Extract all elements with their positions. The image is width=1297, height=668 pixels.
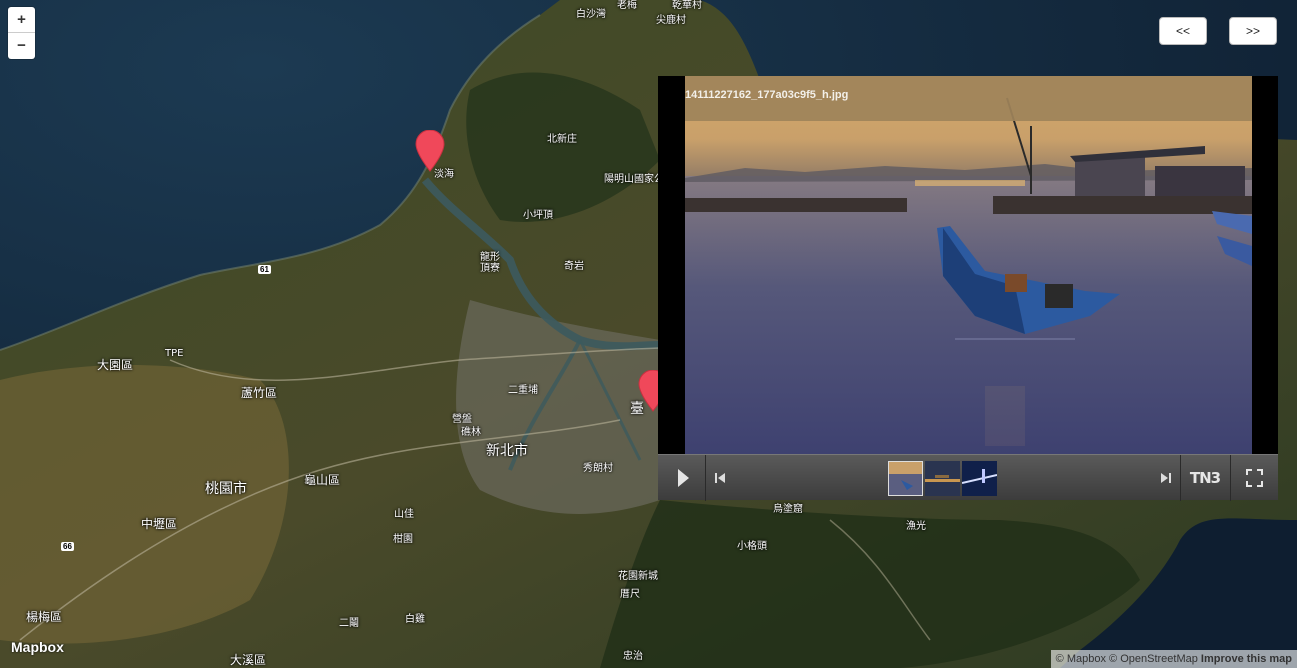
place-label: 陽明山國家公 <box>604 174 664 185</box>
place-label: 桃園市 <box>205 481 247 497</box>
place-label: 柑園 <box>393 534 413 545</box>
mapbox-logo[interactable]: Mapbox <box>11 639 64 655</box>
place-label: 漁光 <box>906 521 926 532</box>
play-icon <box>678 469 689 487</box>
place-label: 尖鹿村 <box>656 15 686 26</box>
place-label: 楊梅區 <box>26 610 63 624</box>
thumbnail-pier-lights[interactable] <box>925 461 960 496</box>
place-label: 白雞 <box>405 614 425 625</box>
place-label: TPE <box>165 348 184 359</box>
next-image-button[interactable] <box>1152 455 1180 501</box>
place-label: 中壢區 <box>141 517 178 531</box>
fullscreen-button[interactable] <box>1231 455 1278 501</box>
place-label: 龜山區 <box>304 473 341 487</box>
road-shield: 61 <box>258 265 271 274</box>
attribution-osm[interactable]: © OpenStreetMap <box>1109 653 1198 665</box>
improve-map-link[interactable]: Improve this map <box>1201 653 1292 665</box>
next-button[interactable]: >> <box>1229 17 1277 45</box>
photo-title: 14111227162_177a03c9f5_h.jpg <box>685 89 849 101</box>
photo-caption-bar: 14111227162_177a03c9f5_h.jpg <box>685 76 1252 121</box>
place-label: 蘆竹區 <box>241 386 278 400</box>
place-label: 北新庄 <box>547 134 577 145</box>
place-label: 乾華村 <box>672 0 702 11</box>
skip-next-icon <box>1161 473 1171 483</box>
gallery-controls: TN3 <box>658 454 1278 501</box>
thumbnail-image <box>889 462 922 495</box>
skip-previous-icon <box>715 473 725 483</box>
attribution-mapbox[interactable]: © Mapbox <box>1056 653 1106 665</box>
play-button[interactable] <box>658 455 705 501</box>
place-label: 老梅 <box>617 0 637 11</box>
place-label: 二重埔 <box>508 385 538 396</box>
place-label: 花園新城 <box>618 571 658 582</box>
road-shield: 66 <box>61 542 74 551</box>
fullscreen-icon <box>1246 469 1263 487</box>
thumbnail-bridge-night[interactable] <box>962 461 997 496</box>
place-label: 大溪區 <box>230 653 267 667</box>
place-label: 烏塗窟 <box>773 504 803 515</box>
thumbnail-image <box>962 461 997 496</box>
zoom-in-button[interactable]: + <box>8 7 35 33</box>
place-label: 山佳 <box>394 509 414 520</box>
thumbnail-image <box>925 461 960 496</box>
photo-gallery: 14111227162_177a03c9f5_h.jpg TN3 <box>658 76 1278 501</box>
place-label: 忠治 <box>623 651 643 662</box>
harbor-photo-image <box>685 76 1252 454</box>
place-label: 頂寮 <box>480 263 500 274</box>
thumbnail-harbor-dusk[interactable] <box>888 461 923 496</box>
place-label: 小坪頂 <box>523 210 553 221</box>
place-label: 新北市 <box>486 443 528 459</box>
map-marker-pin[interactable] <box>415 130 445 172</box>
place-label: 大園區 <box>97 358 134 372</box>
place-label: 厝尺 <box>620 589 640 600</box>
place-label: 二鬮 <box>339 618 359 629</box>
place-label: 秀朗村 <box>583 463 613 474</box>
previous-image-button[interactable] <box>706 455 734 501</box>
place-label: 奇岩 <box>564 261 584 272</box>
map-attribution: © Mapbox © OpenStreetMap Improve this ma… <box>1050 650 1297 668</box>
place-label: 白沙灣 <box>576 9 606 20</box>
tn3-logo: TN3 <box>1189 469 1221 487</box>
zoom-out-button[interactable]: − <box>8 33 35 59</box>
place-label: 小格頭 <box>737 541 767 552</box>
zoom-control: + − <box>8 7 35 59</box>
gallery-photo[interactable]: 14111227162_177a03c9f5_h.jpg <box>685 76 1252 454</box>
place-label: 礁林 <box>461 427 481 438</box>
previous-button[interactable]: << <box>1159 17 1207 45</box>
